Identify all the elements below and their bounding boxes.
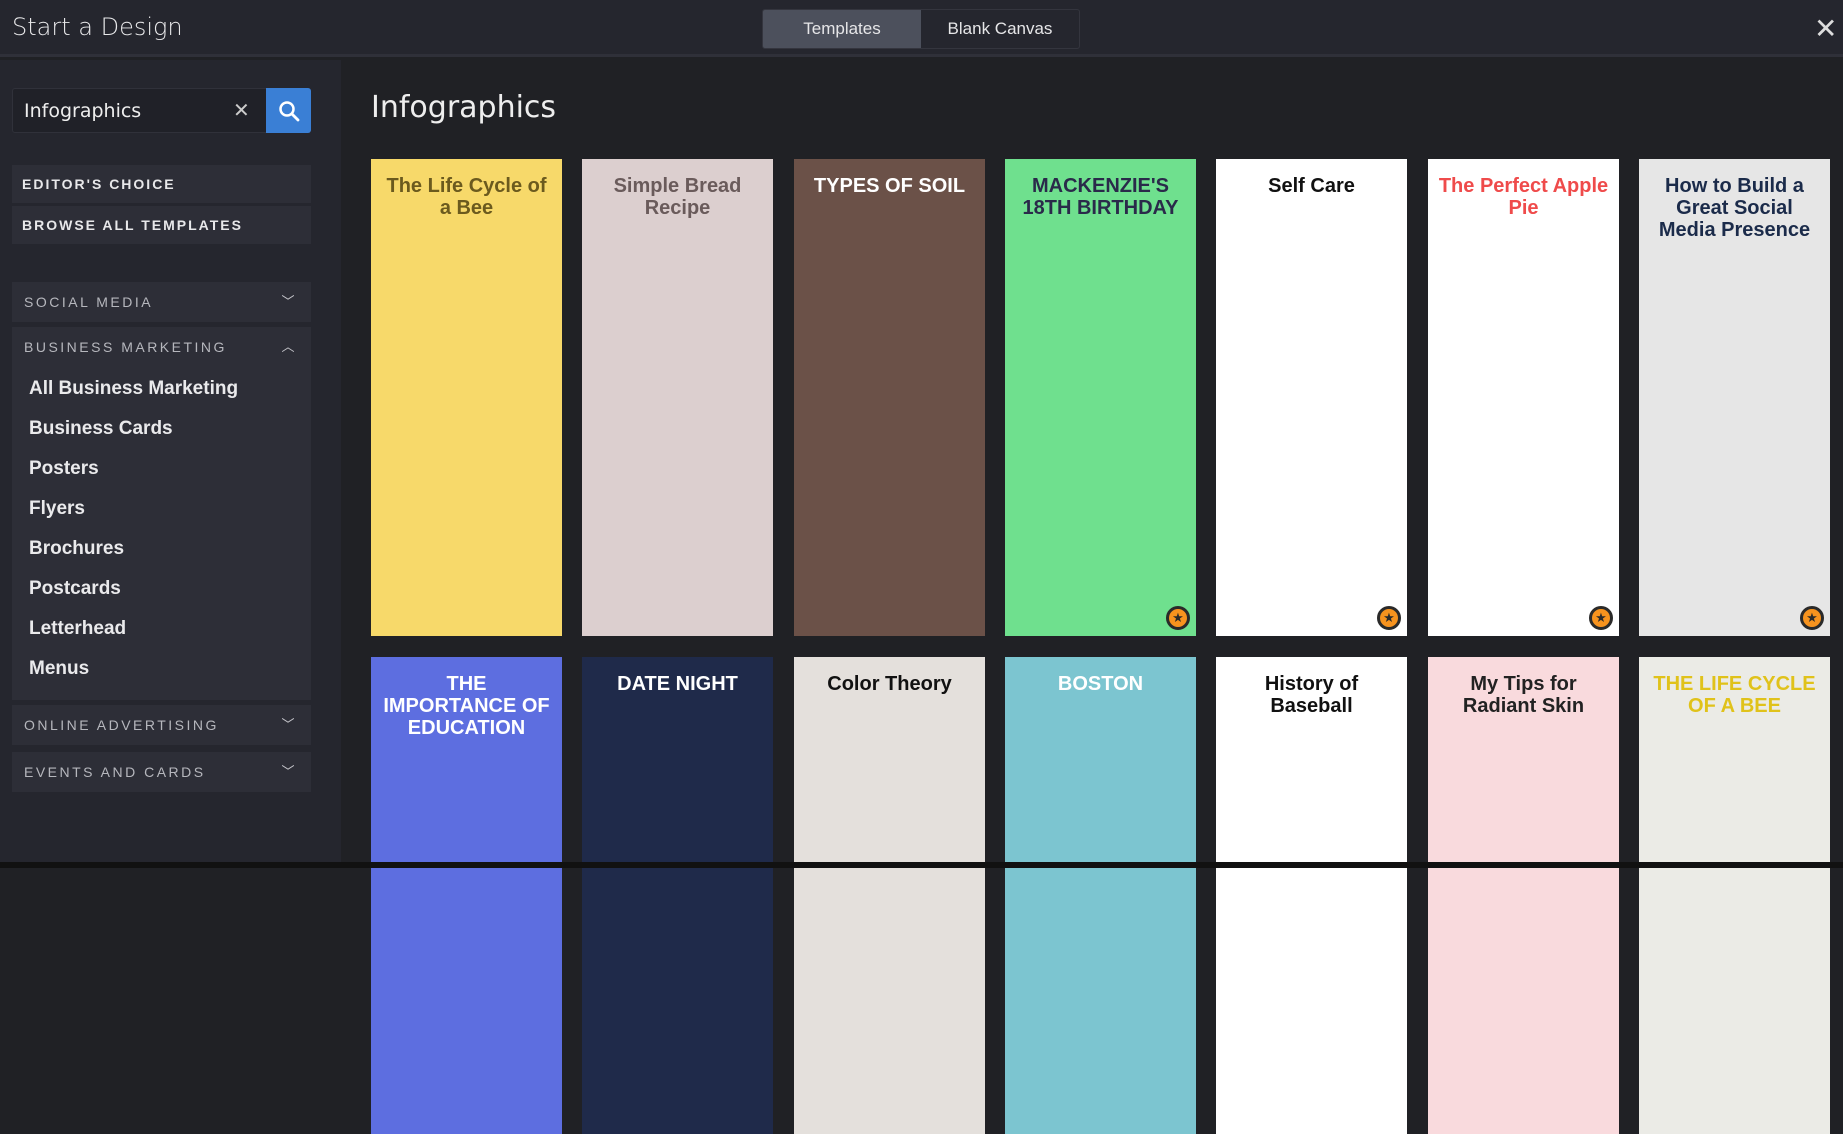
mode-tabs: Templates Blank Canvas (762, 9, 1080, 49)
section-label: EVENTS AND CARDS (24, 764, 206, 780)
section-header[interactable]: ONLINE ADVERTISING ﹀ (12, 705, 311, 745)
template-title: How to Build a Great Social Media Presen… (1658, 175, 1811, 241)
premium-star-icon: ★ (1166, 606, 1190, 630)
section-events-and-cards: EVENTS AND CARDS ﹀ (12, 752, 311, 792)
template-card[interactable]: Self Care ★ (1216, 159, 1407, 636)
sidebar-item-all-business-marketing[interactable]: All Business Marketing (12, 369, 311, 409)
sidebar-item-posters[interactable]: Posters (12, 449, 311, 489)
template-title: Color Theory (827, 673, 952, 695)
template-card[interactable]: The Life Cycle of a Bee (371, 159, 562, 636)
template-title: My Tips for Radiant Skin (1462, 673, 1585, 717)
premium-star-icon: ★ (1800, 606, 1824, 630)
search-icon (278, 100, 299, 121)
section-header[interactable]: BUSINESS MARKETING ︿ (12, 327, 311, 367)
dialog-title: Start a Design (12, 13, 183, 41)
template-title: BOSTON (1057, 673, 1144, 695)
section-header[interactable]: EVENTS AND CARDS ﹀ (12, 752, 311, 792)
template-card[interactable]: History of Baseball (1216, 657, 1407, 1134)
search-input[interactable] (13, 89, 253, 132)
close-icon[interactable]: ✕ (1814, 12, 1837, 45)
premium-star-icon: ★ (1377, 606, 1401, 630)
template-card[interactable]: THE LIFE CYCLE OF A BEE (1639, 657, 1830, 1134)
template-title: The Perfect Apple Pie (1438, 175, 1609, 219)
template-card[interactable]: BOSTON (1005, 657, 1196, 1134)
template-title: TYPES OF SOIL (813, 175, 966, 197)
template-title: MACKENZIE'S 18TH BIRTHDAY (1022, 175, 1179, 219)
template-card[interactable]: The Perfect Apple Pie ★ (1428, 159, 1619, 636)
sidebar-item-letterhead[interactable]: Letterhead (12, 609, 311, 649)
section-label: BUSINESS MARKETING (24, 339, 227, 355)
sidebar: ✕ EDITOR'S CHOICE BROWSE ALL TEMPLATES S… (0, 60, 341, 868)
section-business-marketing: BUSINESS MARKETING ︿ All Business Marketi… (12, 327, 311, 700)
section-header[interactable]: SOCIAL MEDIA ﹀ (12, 282, 311, 322)
tab-blank-canvas[interactable]: Blank Canvas (921, 10, 1079, 48)
template-card[interactable]: My Tips for Radiant Skin (1428, 657, 1619, 1134)
bottom-edge (0, 862, 1843, 868)
sidebar-item-postcards[interactable]: Postcards (12, 569, 311, 609)
sidebar-item-brochures[interactable]: Brochures (12, 529, 311, 569)
sidebar-item-flyers[interactable]: Flyers (12, 489, 311, 529)
section-online-advertising: ONLINE ADVERTISING ﹀ (12, 705, 311, 745)
editors-choice-button[interactable]: EDITOR'S CHOICE (12, 165, 311, 203)
template-title: DATE NIGHT (617, 673, 738, 695)
template-title: THE IMPORTANCE OF EDUCATION (383, 673, 550, 739)
template-title: Self Care (1268, 175, 1355, 197)
template-title: The Life Cycle of a Bee (386, 175, 547, 219)
clear-search-icon[interactable]: ✕ (233, 98, 250, 123)
template-title: Simple Bread Recipe (613, 175, 742, 219)
search-box: ✕ (12, 88, 311, 133)
section-social-media: SOCIAL MEDIA ﹀ (12, 282, 311, 322)
chevron-down-icon: ﹀ (281, 294, 297, 309)
template-card[interactable]: THE IMPORTANCE OF EDUCATION (371, 657, 562, 1134)
section-label: ONLINE ADVERTISING (24, 717, 219, 733)
chevron-up-icon: ︿ (281, 339, 297, 354)
search-button[interactable] (266, 88, 311, 133)
template-card[interactable]: Simple Bread Recipe (582, 159, 773, 636)
section-label: SOCIAL MEDIA (24, 294, 154, 310)
template-card[interactable]: MACKENZIE'S 18TH BIRTHDAY ★ (1005, 159, 1196, 636)
template-card[interactable]: DATE NIGHT (582, 657, 773, 1134)
template-card[interactable]: Color Theory (794, 657, 985, 1134)
sidebar-item-menus[interactable]: Menus (12, 649, 311, 689)
sidebar-item-business-cards[interactable]: Business Cards (12, 409, 311, 449)
template-title: THE LIFE CYCLE OF A BEE (1653, 673, 1816, 717)
tab-templates[interactable]: Templates (763, 10, 921, 48)
chevron-down-icon: ﹀ (281, 717, 297, 732)
header: Start a Design Templates Blank Canvas ✕ (0, 0, 1843, 57)
chevron-down-icon: ﹀ (281, 764, 297, 779)
premium-star-icon: ★ (1589, 606, 1613, 630)
browse-all-templates-button[interactable]: BROWSE ALL TEMPLATES (12, 206, 311, 244)
template-title: History of Baseball (1264, 673, 1359, 717)
template-card[interactable]: How to Build a Great Social Media Presen… (1639, 159, 1830, 636)
page-title: Infographics (371, 90, 557, 125)
template-card[interactable]: TYPES OF SOIL (794, 159, 985, 636)
